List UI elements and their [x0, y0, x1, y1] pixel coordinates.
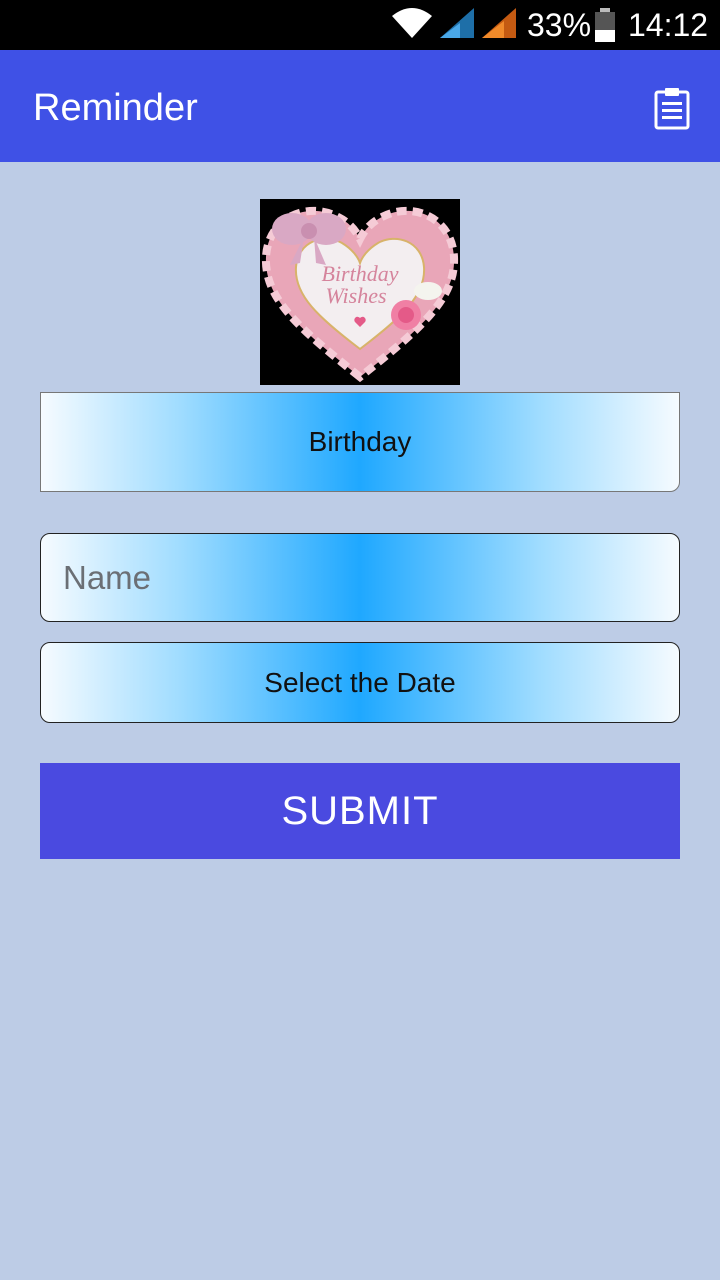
- app-bar: Reminder: [0, 50, 720, 162]
- select-date-button[interactable]: Select the Date: [40, 642, 680, 723]
- heart-wreath-illustration: Birthday Wishes: [261, 206, 459, 383]
- signal-icon: [482, 8, 516, 38]
- submit-button[interactable]: SUBMIT: [40, 763, 680, 859]
- select-date-label: Select the Date: [264, 666, 456, 698]
- clipboard-icon[interactable]: [652, 86, 692, 130]
- app-title: Reminder: [33, 87, 198, 129]
- category-selector[interactable]: Birthday: [40, 392, 680, 492]
- battery-percent: 33%: [527, 7, 592, 43]
- battery-icon: [595, 8, 615, 42]
- wifi-icon: [392, 8, 432, 38]
- svg-text:Wishes: Wishes: [325, 283, 386, 308]
- status-bar: 33% 14:12: [0, 0, 720, 50]
- clock: 14:12: [628, 7, 709, 43]
- signal-icon: [440, 8, 474, 38]
- birthday-wishes-image: Birthday Wishes: [260, 199, 460, 385]
- category-label: Birthday: [308, 426, 412, 457]
- name-input[interactable]: [61, 557, 645, 598]
- name-field[interactable]: [40, 533, 680, 622]
